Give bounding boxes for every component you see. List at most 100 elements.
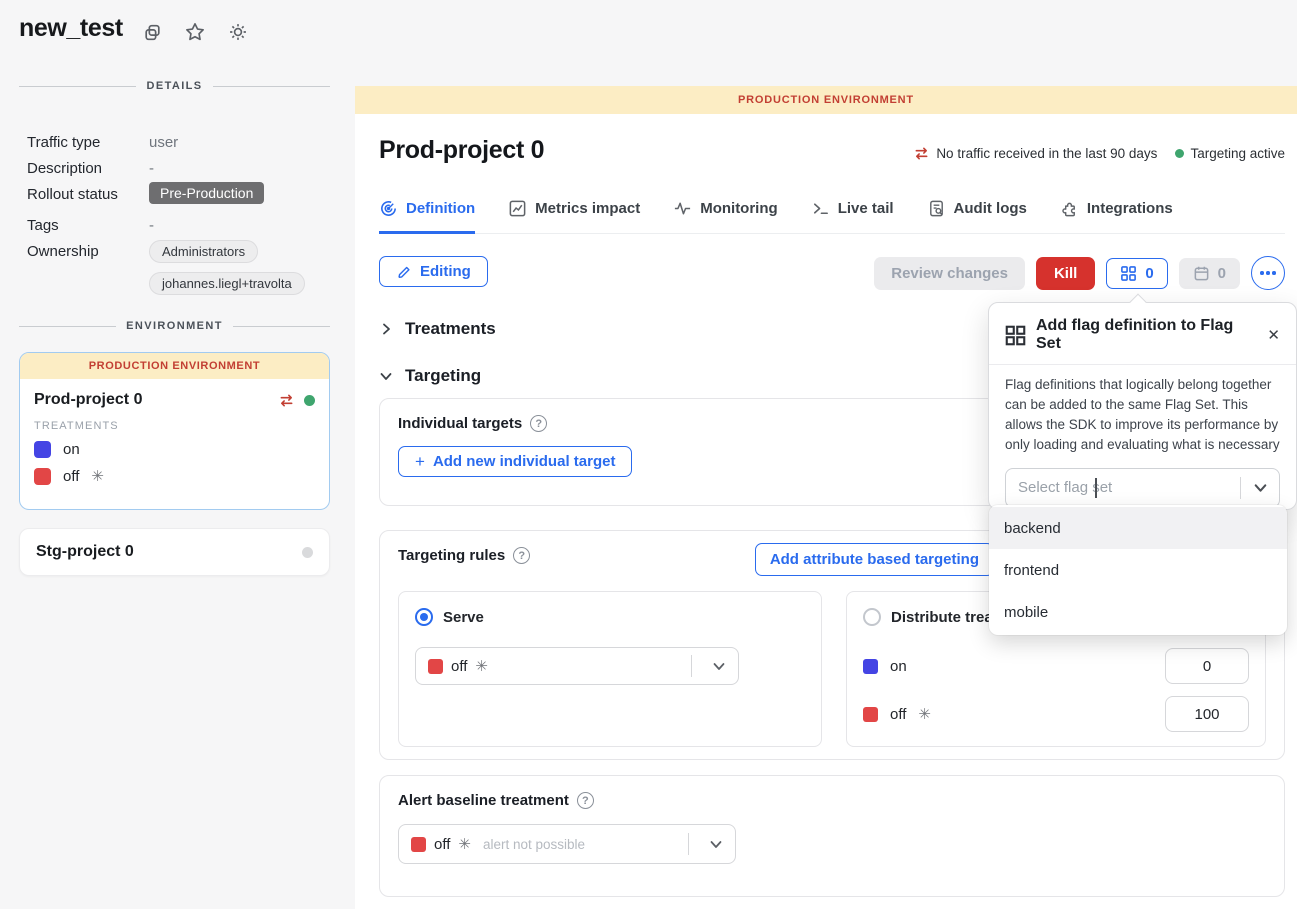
targeting-rules-title: Targeting rules [398,547,505,564]
pencil-icon [396,264,412,280]
treatment-color-swatch [863,659,878,674]
kill-button[interactable]: Kill [1036,257,1095,290]
flag-title: Prod-project 0 [379,136,544,165]
targeting-active-dot [304,395,315,406]
treatment-color-swatch [34,468,51,485]
traffic-type-label: Traffic type [27,134,100,151]
chevron-down-icon [379,369,393,383]
text-cursor [1095,478,1097,498]
alert-baseline-select[interactable]: off ✳ alert not possible [398,824,736,864]
alert-baseline-card: Alert baseline treatment ? off ✳ alert n… [379,775,1285,897]
plus-icon: + [415,453,425,470]
distribute-row-off: off ✳ [863,696,1249,732]
treatments-heading: TREATMENTS [34,420,315,432]
treatment-row-on: on [34,441,315,458]
tags-label: Tags [27,217,59,234]
help-icon[interactable]: ? [577,792,594,809]
chevron-down-icon [697,837,735,851]
popover-title: Add flag definition to Flag Set [1036,317,1257,353]
chevron-down-icon [700,659,738,673]
tab-monitoring[interactable]: Monitoring [673,199,777,234]
tab-metrics-impact[interactable]: Metrics impact [508,199,640,234]
review-changes-button[interactable]: Review changes [874,257,1025,290]
close-icon[interactable]: ✕ [1267,328,1280,343]
flag-set-select-input[interactable] [1006,479,1163,496]
alert-baseline-title: Alert baseline treatment [398,792,569,809]
inactive-dot [302,547,313,558]
puzzle-icon [1060,199,1079,218]
help-icon[interactable]: ? [530,415,547,432]
chart-icon [508,199,527,218]
treatment-color-swatch [428,659,443,674]
environment-name: Prod-project 0 [34,391,142,409]
schedule-button[interactable]: 0 [1179,258,1240,289]
description-label: Description [27,160,102,177]
distribute-off-percentage-input[interactable] [1165,696,1249,732]
targeting-active-dot [1175,149,1184,158]
calendar-icon [1193,265,1210,282]
option-backend[interactable]: backend [989,507,1287,549]
treatment-color-swatch [863,707,878,722]
rollout-status-label: Rollout status [27,186,118,203]
traffic-status: No traffic received in the last 90 days [913,146,1157,161]
flag-set-select[interactable] [1005,468,1280,508]
tab-audit-logs[interactable]: Audit logs [927,199,1027,234]
tab-bar: Definition Metrics impact Monitoring Liv… [379,199,1285,234]
distribute-on-percentage-input[interactable] [1165,648,1249,684]
rollout-status-badge: Pre-Production [149,182,264,204]
chevron-right-icon [379,322,393,336]
sidebar: DETAILS Traffic typeuser Description- Ro… [19,80,330,324]
owner-pill: Administrators [149,240,258,263]
add-individual-target-button[interactable]: + Add new individual target [398,446,632,477]
owner-pill: johannes.liegl+travolta [149,272,305,295]
environment-card-staging[interactable]: Stg-project 0 [19,528,330,576]
serve-treatment-select[interactable]: off ✳ [415,647,739,685]
description-value: - [149,160,154,177]
tab-definition[interactable]: Definition [379,199,475,234]
option-frontend[interactable]: frontend [989,549,1287,591]
no-traffic-icon [913,146,930,161]
option-mobile[interactable]: mobile [989,591,1287,633]
traffic-type-value: user [149,134,178,151]
flag-sets-button[interactable]: 0 [1106,258,1167,289]
targeting-section-header[interactable]: Targeting [379,366,481,386]
page-title: new_test [19,14,123,43]
distribute-row-on: on [863,648,1249,684]
individual-targets-title: Individual targets [398,415,522,432]
flag-set-grid-icon [1005,325,1026,346]
page: new_test DETAILS Traffic typeuser Descri… [0,0,1297,909]
audit-log-icon [927,199,946,218]
treatment-color-swatch [34,441,51,458]
tab-live-tail[interactable]: Live tail [811,199,894,234]
environment-card-production[interactable]: PRODUCTION ENVIRONMENT Prod-project 0 TR… [19,352,330,510]
production-environment-strip: PRODUCTION ENVIRONMENT [20,353,329,379]
serve-panel: Serve off ✳ [398,591,822,747]
alert-not-possible-note: alert not possible [483,837,585,852]
distribute-radio[interactable] [863,608,881,626]
copy-icon[interactable] [140,20,164,44]
default-treatment-icon: ✳ [91,467,104,485]
serve-radio[interactable] [415,608,433,626]
tab-integrations[interactable]: Integrations [1060,199,1173,234]
target-icon [379,199,398,218]
treatment-row-off: off ✳ [34,467,315,485]
popover-description: Flag definitions that logically belong t… [1005,375,1280,455]
help-icon[interactable]: ? [513,547,530,564]
targeting-status: Targeting active [1175,146,1285,161]
add-attribute-targeting-button[interactable]: Add attribute based targeting [755,543,994,576]
serve-label: Serve [443,609,484,626]
star-icon[interactable] [183,20,207,44]
environment-name: Stg-project 0 [36,543,302,561]
no-traffic-icon [278,393,295,408]
treatments-section-header[interactable]: Treatments [379,319,496,339]
more-options-button[interactable] [1251,256,1285,290]
pulse-icon [673,199,692,218]
production-environment-banner: PRODUCTION ENVIRONMENT [355,86,1297,114]
flag-set-options-menu: backend frontend mobile [989,505,1287,635]
editing-button[interactable]: Editing [379,256,488,287]
environment-heading: ENVIRONMENT [19,320,330,332]
flag-set-grid-icon [1120,265,1137,282]
tags-value: - [149,217,154,234]
gear-icon[interactable] [226,20,250,44]
default-treatment-icon: ✳ [475,657,488,675]
